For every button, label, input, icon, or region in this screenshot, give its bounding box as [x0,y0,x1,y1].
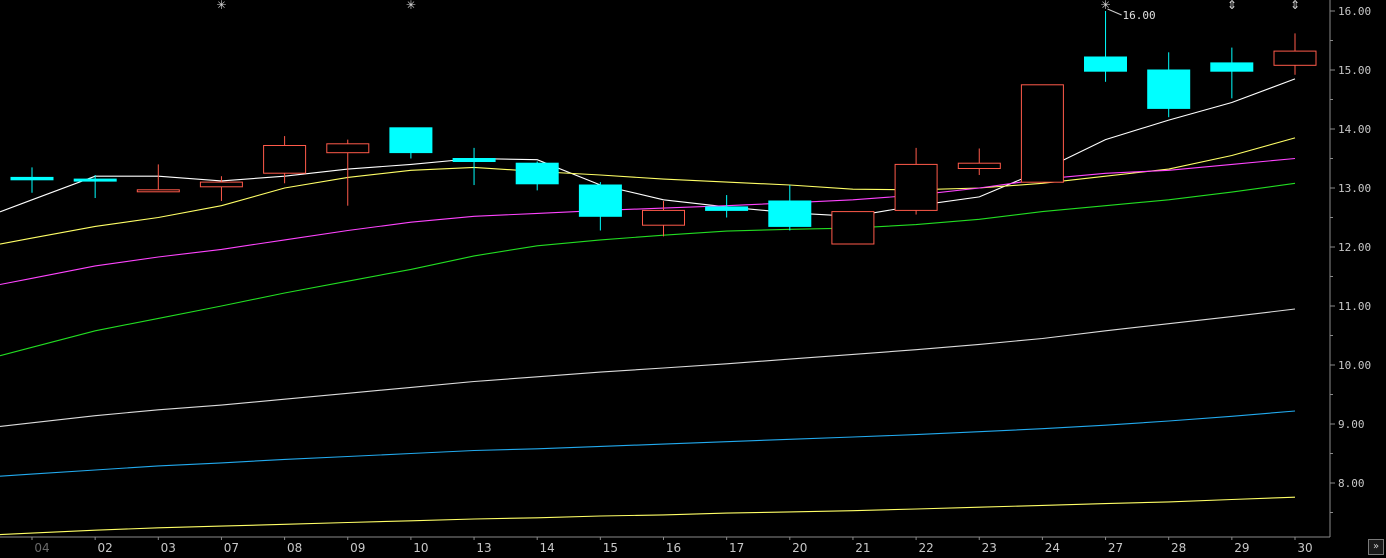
scroll-right-button[interactable]: » [1368,539,1384,555]
y-tick-label: 9.00 [1338,418,1365,431]
top-marker-10: ✳ [406,0,416,12]
candle-body [1084,56,1127,72]
x-tick-label-14: 14 [540,541,555,555]
x-tick-label-09: 09 [350,541,365,555]
top-marker-30: ⇕ [1290,0,1300,12]
x-tick-label-13: 13 [476,541,491,555]
x-tick-label-24: 24 [1045,541,1060,555]
candle-24 [1020,84,1064,183]
y-tick-label: 10.00 [1338,359,1371,372]
candle-body [578,184,622,217]
candle-body [1020,84,1064,183]
x-tick-label-03: 03 [161,541,176,555]
x-tick-label-16: 16 [666,541,681,555]
x-tick-label-07: 07 [224,541,239,555]
x-tick-label-15: 15 [603,541,618,555]
x-tick-label-04: 04 [34,541,49,555]
x-tick-label-30: 30 [1297,541,1312,555]
candle-body [389,127,433,154]
y-tick-label: 8.00 [1338,477,1365,490]
candle-body [1147,69,1191,109]
top-marker-07: ✳ [216,0,226,12]
candle-body [199,181,243,188]
candle-body [263,145,307,174]
candle-body [831,211,875,245]
high-price-annotation: 16.00 [1123,9,1156,22]
y-tick-label: 11.00 [1338,300,1371,313]
x-tick-label-27: 27 [1108,541,1123,555]
candle-body [957,162,1001,169]
x-tick-label-29: 29 [1234,541,1249,555]
top-marker-29: ⇕ [1227,0,1237,12]
top-marker-27: ✳ [1101,0,1111,12]
candle-body [452,158,496,162]
y-tick-label: 15.00 [1338,64,1371,77]
x-tick-label-20: 20 [792,541,807,555]
x-tick-label-21: 21 [855,541,870,555]
x-tick-label-22: 22 [918,541,933,555]
x-tick-label-08: 08 [287,541,302,555]
candle-body [1273,50,1317,66]
x-tick-label-10: 10 [413,541,428,555]
candle-body [515,162,559,185]
candle-body [73,178,117,182]
y-tick-label: 12.00 [1338,241,1371,254]
y-tick-label: 13.00 [1338,182,1371,195]
x-tick-label-02: 02 [98,541,113,555]
candle-body [1210,62,1254,72]
candle-body [894,163,938,211]
candle-body [326,143,370,154]
candle-body [642,209,685,226]
x-tick-label-28: 28 [1171,541,1186,555]
candle-body [136,189,180,193]
candle-body [10,176,54,181]
x-tick-label-17: 17 [729,541,744,555]
candle-body [768,200,812,227]
y-tick-label: 16.00 [1338,5,1371,18]
candle-body [705,206,749,211]
candle-21 [831,211,875,245]
candlestick-chart: ✳ ✳ ✳ ⇕ ⇕ 16.00 8.00 9.00 10.00 11.00 12.00 13.00… [0,0,1386,558]
y-tick-label: 14.00 [1338,123,1371,136]
x-tick-label-23: 23 [982,541,997,555]
